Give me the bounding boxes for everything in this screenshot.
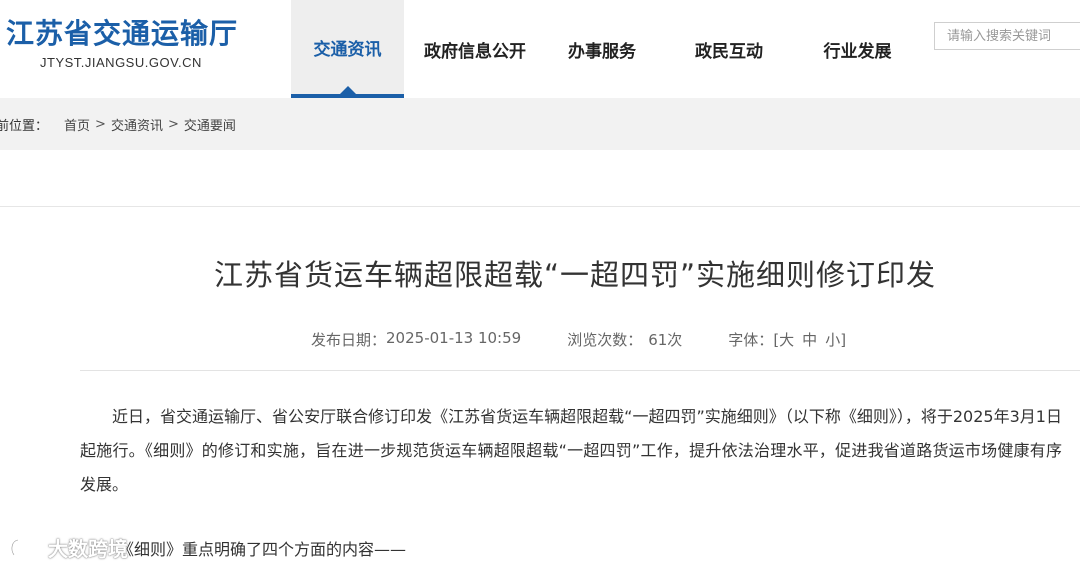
- watermark-text: 大数跨境: [48, 537, 128, 561]
- section-divider: [0, 206, 1080, 207]
- meta-divider: [80, 370, 1080, 371]
- search-input[interactable]: [935, 23, 1080, 49]
- breadcrumb-traffic-news[interactable]: 交通资讯: [111, 115, 163, 134]
- site-logo-title[interactable]: 江苏省交通运输厅: [6, 12, 238, 52]
- nav-item-label: 政府信息公开: [424, 41, 526, 62]
- nav-item-label: 行业发展: [823, 41, 892, 62]
- font-size-label: 字体：: [728, 331, 774, 349]
- article-meta: 发布日期： 2025-01-13 10:59 浏览次数： 61次 字体： [大 …: [311, 329, 850, 350]
- font-size-large[interactable]: [大: [773, 329, 794, 350]
- nav-item-gov-info[interactable]: 政府信息公开: [404, 0, 546, 98]
- nav-item-label: 政民互动: [695, 41, 763, 62]
- breadcrumb: 前位置： 首页 > 交通资讯 > 交通要闻: [0, 115, 236, 134]
- font-size-medium[interactable]: 中: [802, 329, 817, 350]
- breadcrumb-bar: 前位置： 首页 > 交通资讯 > 交通要闻: [0, 98, 1080, 150]
- nav-item-services[interactable]: 办事服务: [546, 0, 658, 98]
- article-paragraph: 《细则》重点明确了四个方面的内容——: [118, 540, 407, 559]
- views-count: 61次: [648, 331, 683, 349]
- nav-item-interaction[interactable]: 政民互动: [658, 0, 800, 98]
- breadcrumb-label: 前位置：: [0, 119, 49, 134]
- article-paragraph: 近日，省交通运输厅、省公安厅联合修订印发《江苏省货运车辆超限超载“一超四罚”实施…: [80, 407, 1062, 494]
- breadcrumb-separator: >: [95, 117, 106, 132]
- views-label: 浏览次数：: [567, 331, 643, 349]
- breadcrumb-separator: >: [167, 117, 179, 132]
- nav-item-industry[interactable]: 行业发展: [800, 0, 915, 98]
- publish-date: 2025-01-13 10:59: [386, 329, 522, 347]
- breadcrumb-home[interactable]: 首页: [64, 115, 90, 134]
- article-title: 江苏省货运车辆超限超载“一超四罚”实施细则修订印发: [213, 258, 937, 292]
- publish-date-label: 发布日期：: [311, 331, 387, 349]
- site-domain: JTYST.JIANGSU.GOV.CN: [40, 55, 202, 70]
- watermark-logo-icon: [10, 538, 41, 556]
- site-header: 江苏省交通运输厅 JTYST.JIANGSU.GOV.CN 交通资讯 政府信息公…: [0, 0, 1080, 98]
- font-size-small[interactable]: 小]: [825, 329, 846, 350]
- main-nav: 交通资讯 政府信息公开 办事服务 政民互动 行业发展: [291, 0, 915, 98]
- nav-item-label: 办事服务: [568, 41, 636, 62]
- nav-item-traffic-news[interactable]: 交通资讯: [291, 0, 404, 98]
- nav-item-label: 交通资讯: [313, 39, 382, 60]
- watermark: 大数跨境: [8, 533, 128, 562]
- search-box: [934, 22, 1080, 50]
- breadcrumb-traffic-headlines[interactable]: 交通要闻: [184, 115, 236, 134]
- article-body: 近日，省交通运输厅、省公安厅联合修订印发《江苏省货运车辆超限超载“一超四罚”实施…: [80, 400, 1062, 502]
